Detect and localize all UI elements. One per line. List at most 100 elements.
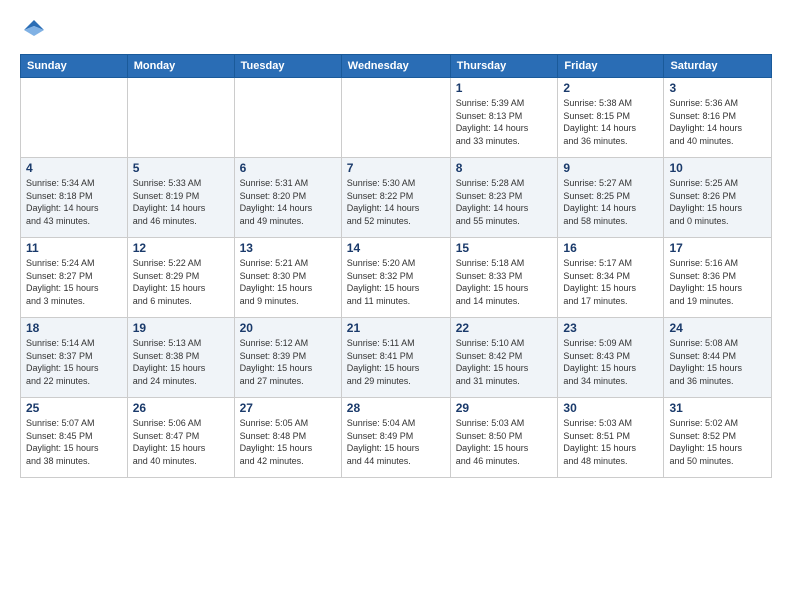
day-number: 1 — [456, 81, 553, 95]
day-info: Sunrise: 5:13 AM Sunset: 8:38 PM Dayligh… — [133, 337, 229, 387]
calendar-cell: 23 Sunrise: 5:09 AM Sunset: 8:43 PM Dayli… — [558, 318, 664, 398]
day-info: Sunrise: 5:36 AM Sunset: 8:16 PM Dayligh… — [669, 97, 766, 147]
day-number: 19 — [133, 321, 229, 335]
calendar-cell: 15 Sunrise: 5:18 AM Sunset: 8:33 PM Dayli… — [450, 238, 558, 318]
day-number: 28 — [347, 401, 445, 415]
day-number: 2 — [563, 81, 658, 95]
day-info: Sunrise: 5:24 AM Sunset: 8:27 PM Dayligh… — [26, 257, 122, 307]
day-info: Sunrise: 5:34 AM Sunset: 8:18 PM Dayligh… — [26, 177, 122, 227]
calendar-cell: 27 Sunrise: 5:05 AM Sunset: 8:48 PM Dayli… — [234, 398, 341, 478]
day-number: 13 — [240, 241, 336, 255]
day-info: Sunrise: 5:30 AM Sunset: 8:22 PM Dayligh… — [347, 177, 445, 227]
day-number: 5 — [133, 161, 229, 175]
calendar-cell: 7 Sunrise: 5:30 AM Sunset: 8:22 PM Daylig… — [341, 158, 450, 238]
calendar-cell: 17Sunrise: 5:16 AM Sunset: 8:36 PM Dayli… — [664, 238, 772, 318]
day-info: Sunrise: 5:14 AM Sunset: 8:37 PM Dayligh… — [26, 337, 122, 387]
week-row-3: 11 Sunrise: 5:24 AM Sunset: 8:27 PM Dayli… — [21, 238, 772, 318]
day-info: Sunrise: 5:05 AM Sunset: 8:48 PM Dayligh… — [240, 417, 336, 467]
calendar-cell — [341, 78, 450, 158]
day-info: Sunrise: 5:18 AM Sunset: 8:33 PM Dayligh… — [456, 257, 553, 307]
calendar-cell: 16Sunrise: 5:17 AM Sunset: 8:34 PM Dayli… — [558, 238, 664, 318]
calendar-cell: 30 Sunrise: 5:03 AM Sunset: 8:51 PM Dayli… — [558, 398, 664, 478]
calendar-cell: 12 Sunrise: 5:22 AM Sunset: 8:29 PM Dayli… — [127, 238, 234, 318]
logo-icon — [20, 16, 48, 44]
calendar-cell: 22 Sunrise: 5:10 AM Sunset: 8:42 PM Dayli… — [450, 318, 558, 398]
calendar-cell: 10Sunrise: 5:25 AM Sunset: 8:26 PM Dayli… — [664, 158, 772, 238]
calendar-cell: 5Sunrise: 5:33 AM Sunset: 8:19 PM Daylig… — [127, 158, 234, 238]
day-number: 23 — [563, 321, 658, 335]
weekday-wednesday: Wednesday — [341, 55, 450, 78]
calendar-body: 1 Sunrise: 5:39 AM Sunset: 8:13 PM Daylig… — [21, 78, 772, 478]
day-info: Sunrise: 5:27 AM Sunset: 8:25 PM Dayligh… — [563, 177, 658, 227]
calendar-cell: 3 Sunrise: 5:36 AM Sunset: 8:16 PM Daylig… — [664, 78, 772, 158]
day-info: Sunrise: 5:02 AM Sunset: 8:52 PM Dayligh… — [669, 417, 766, 467]
weekday-sunday: Sunday — [21, 55, 128, 78]
calendar-cell: 4Sunrise: 5:34 AM Sunset: 8:18 PM Daylig… — [21, 158, 128, 238]
calendar-cell — [234, 78, 341, 158]
day-number: 10 — [669, 161, 766, 175]
day-number: 21 — [347, 321, 445, 335]
calendar-cell — [127, 78, 234, 158]
weekday-thursday: Thursday — [450, 55, 558, 78]
day-number: 3 — [669, 81, 766, 95]
day-info: Sunrise: 5:10 AM Sunset: 8:42 PM Dayligh… — [456, 337, 553, 387]
calendar-cell — [21, 78, 128, 158]
day-info: Sunrise: 5:39 AM Sunset: 8:13 PM Dayligh… — [456, 97, 553, 147]
calendar-cell: 14Sunrise: 5:20 AM Sunset: 8:32 PM Dayli… — [341, 238, 450, 318]
day-number: 26 — [133, 401, 229, 415]
calendar-table: SundayMondayTuesdayWednesdayThursdayFrid… — [20, 54, 772, 478]
day-number: 20 — [240, 321, 336, 335]
calendar-cell: 8Sunrise: 5:28 AM Sunset: 8:23 PM Daylig… — [450, 158, 558, 238]
calendar-cell: 6 Sunrise: 5:31 AM Sunset: 8:20 PM Daylig… — [234, 158, 341, 238]
logo — [20, 16, 50, 44]
day-number: 24 — [669, 321, 766, 335]
calendar-header: SundayMondayTuesdayWednesdayThursdayFrid… — [21, 55, 772, 78]
calendar-cell: 9Sunrise: 5:27 AM Sunset: 8:25 PM Daylig… — [558, 158, 664, 238]
day-number: 31 — [669, 401, 766, 415]
day-info: Sunrise: 5:08 AM Sunset: 8:44 PM Dayligh… — [669, 337, 766, 387]
calendar-cell: 18 Sunrise: 5:14 AM Sunset: 8:37 PM Dayli… — [21, 318, 128, 398]
calendar-cell: 29 Sunrise: 5:03 AM Sunset: 8:50 PM Dayli… — [450, 398, 558, 478]
calendar-cell: 1 Sunrise: 5:39 AM Sunset: 8:13 PM Daylig… — [450, 78, 558, 158]
day-info: Sunrise: 5:09 AM Sunset: 8:43 PM Dayligh… — [563, 337, 658, 387]
day-number: 22 — [456, 321, 553, 335]
day-number: 8 — [456, 161, 553, 175]
day-info: Sunrise: 5:03 AM Sunset: 8:50 PM Dayligh… — [456, 417, 553, 467]
calendar-cell: 31 Sunrise: 5:02 AM Sunset: 8:52 PM Dayli… — [664, 398, 772, 478]
day-info: Sunrise: 5:38 AM Sunset: 8:15 PM Dayligh… — [563, 97, 658, 147]
calendar-cell: 13 Sunrise: 5:21 AM Sunset: 8:30 PM Dayli… — [234, 238, 341, 318]
day-number: 11 — [26, 241, 122, 255]
day-number: 6 — [240, 161, 336, 175]
calendar-cell: 26 Sunrise: 5:06 AM Sunset: 8:47 PM Dayli… — [127, 398, 234, 478]
day-info: Sunrise: 5:06 AM Sunset: 8:47 PM Dayligh… — [133, 417, 229, 467]
day-number: 25 — [26, 401, 122, 415]
weekday-header-row: SundayMondayTuesdayWednesdayThursdayFrid… — [21, 55, 772, 78]
weekday-friday: Friday — [558, 55, 664, 78]
day-number: 15 — [456, 241, 553, 255]
day-info: Sunrise: 5:31 AM Sunset: 8:20 PM Dayligh… — [240, 177, 336, 227]
calendar-cell: 21 Sunrise: 5:11 AM Sunset: 8:41 PM Dayli… — [341, 318, 450, 398]
day-number: 27 — [240, 401, 336, 415]
day-info: Sunrise: 5:04 AM Sunset: 8:49 PM Dayligh… — [347, 417, 445, 467]
week-row-4: 18 Sunrise: 5:14 AM Sunset: 8:37 PM Dayli… — [21, 318, 772, 398]
day-number: 30 — [563, 401, 658, 415]
day-number: 12 — [133, 241, 229, 255]
day-number: 29 — [456, 401, 553, 415]
header — [20, 16, 772, 44]
day-info: Sunrise: 5:07 AM Sunset: 8:45 PM Dayligh… — [26, 417, 122, 467]
week-row-2: 4Sunrise: 5:34 AM Sunset: 8:18 PM Daylig… — [21, 158, 772, 238]
calendar-cell: 19 Sunrise: 5:13 AM Sunset: 8:38 PM Dayli… — [127, 318, 234, 398]
day-info: Sunrise: 5:12 AM Sunset: 8:39 PM Dayligh… — [240, 337, 336, 387]
day-info: Sunrise: 5:03 AM Sunset: 8:51 PM Dayligh… — [563, 417, 658, 467]
day-info: Sunrise: 5:11 AM Sunset: 8:41 PM Dayligh… — [347, 337, 445, 387]
week-row-1: 1 Sunrise: 5:39 AM Sunset: 8:13 PM Daylig… — [21, 78, 772, 158]
day-info: Sunrise: 5:22 AM Sunset: 8:29 PM Dayligh… — [133, 257, 229, 307]
day-number: 16 — [563, 241, 658, 255]
weekday-saturday: Saturday — [664, 55, 772, 78]
calendar-cell: 11 Sunrise: 5:24 AM Sunset: 8:27 PM Dayli… — [21, 238, 128, 318]
calendar-cell: 2 Sunrise: 5:38 AM Sunset: 8:15 PM Daylig… — [558, 78, 664, 158]
weekday-monday: Monday — [127, 55, 234, 78]
day-number: 18 — [26, 321, 122, 335]
day-number: 7 — [347, 161, 445, 175]
day-info: Sunrise: 5:21 AM Sunset: 8:30 PM Dayligh… — [240, 257, 336, 307]
